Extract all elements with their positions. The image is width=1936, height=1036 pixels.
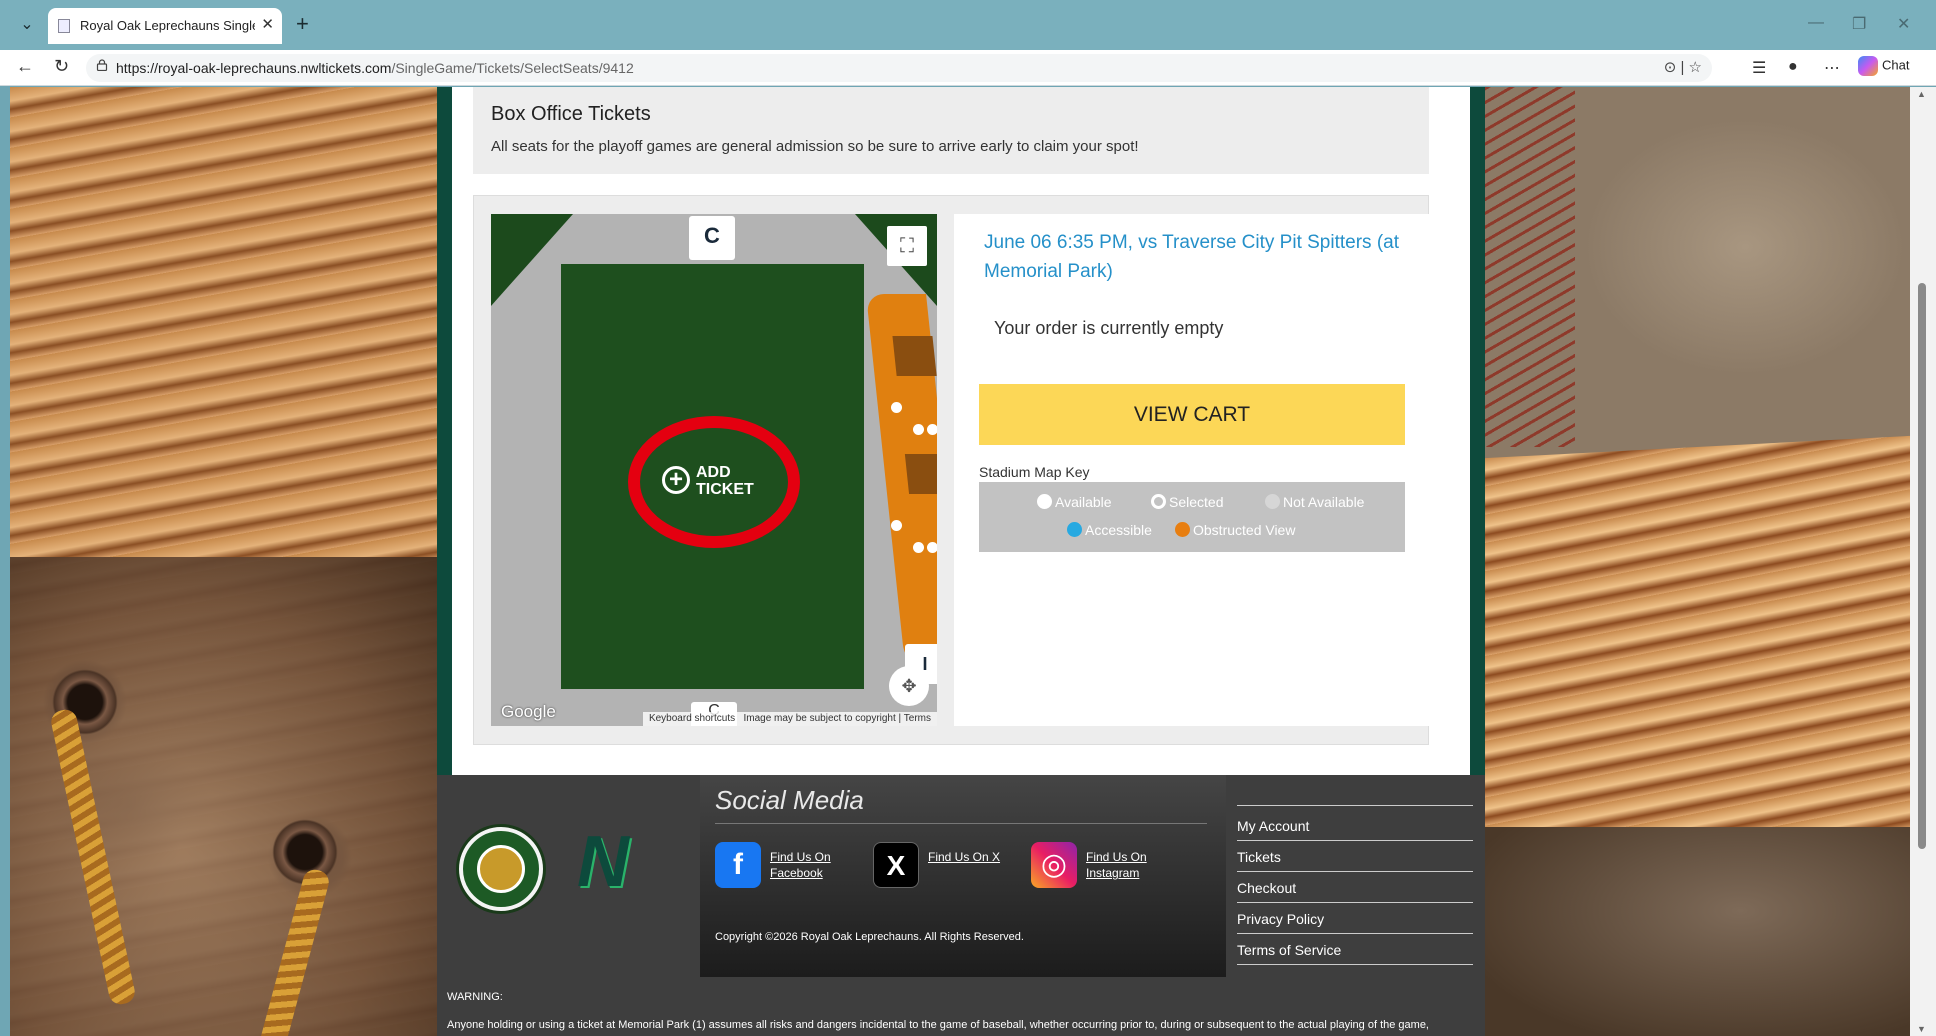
warning-heading: WARNING: [447, 991, 503, 1003]
tab-list-chevron-icon[interactable]: ⌄ [12, 10, 42, 40]
profile-avatar-icon[interactable]: ● [1788, 58, 1798, 76]
page-favicon-icon [58, 19, 70, 33]
footer-link-my-account[interactable]: My Account [1237, 818, 1473, 841]
refresh-icon[interactable]: ↻ [54, 56, 69, 77]
background-baseball-glove-left [10, 87, 437, 1036]
footer-link-checkout[interactable]: Checkout [1237, 880, 1473, 903]
favorites-list-icon[interactable]: ☰ [1752, 58, 1766, 78]
browser-tab-bar: ⌄ Royal Oak Leprechauns Single Gam ✕ + —… [0, 0, 1936, 50]
social-media-title: Social Media [715, 785, 864, 815]
new-tab-plus-icon[interactable]: + [296, 12, 309, 36]
obstructed-swatch-icon [1175, 522, 1190, 537]
not-available-swatch-icon [1265, 494, 1280, 509]
seat-dot[interactable] [891, 520, 902, 531]
map-copyright: Image may be subject to copyright [743, 713, 896, 724]
address-bar-actions: ⊙ | ☆ [1663, 59, 1702, 76]
copilot-chat-button[interactable]: Chat [1858, 56, 1909, 76]
view-cart-button[interactable]: VIEW CART [979, 384, 1405, 445]
key-available: Available [1037, 494, 1112, 510]
map-key-title: Stadium Map Key [979, 464, 1090, 480]
tracking-icon[interactable]: ⊙ [1664, 59, 1677, 76]
leprechauns-logo[interactable] [459, 827, 543, 911]
instagram-icon[interactable]: ◎ [1031, 842, 1077, 888]
google-logo: Google [501, 702, 556, 721]
site-footer: N Social Media f Find Us On Facebook X Fi… [437, 775, 1485, 1036]
footer-links: My Account Tickets Checkout Privacy Poli… [1237, 805, 1473, 973]
box-office-description: All seats for the playoff games are gene… [491, 138, 1139, 155]
instagram-link[interactable]: Find Us On Instagram [1086, 849, 1147, 881]
map-attribution: Keyboard shortcuts Image may be subject … [642, 712, 937, 726]
available-swatch-icon [1037, 494, 1052, 509]
restore-icon[interactable]: ❐ [1852, 14, 1866, 34]
obstructed-view-stand[interactable] [866, 294, 937, 674]
map-key: Available Selected Not Available Accessi… [979, 482, 1405, 552]
box-office-title: Box Office Tickets [491, 103, 651, 125]
favorite-star-icon[interactable]: ☆ [1689, 59, 1702, 76]
accessible-swatch-icon [1067, 522, 1082, 537]
footer-link-tickets[interactable]: Tickets [1237, 849, 1473, 872]
seat-dot[interactable] [927, 542, 937, 553]
seat-dot[interactable] [927, 424, 937, 435]
browser-toolbar: ← ↻ https://royal-oak-leprechauns.nwltic… [0, 50, 1936, 86]
page-viewport: Box Office Tickets All seats for the pla… [10, 87, 1910, 1036]
stadium-map[interactable]: C C I ⛶ ✥ + ADD TICKET Google Keyboard sh… [491, 214, 937, 726]
scroll-down-arrow-icon[interactable]: ▼ [1917, 1024, 1926, 1034]
map-terms-link[interactable]: Terms [904, 713, 931, 724]
facebook-link[interactable]: Find Us On Facebook [770, 849, 831, 881]
scroll-up-arrow-icon[interactable]: ▲ [1917, 89, 1926, 99]
social-media-section: Social Media f Find Us On Facebook X Find… [700, 775, 1226, 977]
background-baseball-glove-right [1485, 87, 1910, 1036]
scrollbar-thumb[interactable] [1918, 283, 1926, 849]
footer-link-privacy-policy[interactable]: Privacy Policy [1237, 911, 1473, 934]
content-area: Box Office Tickets All seats for the pla… [452, 87, 1470, 775]
footer-link-terms-of-service[interactable]: Terms of Service [1237, 942, 1473, 965]
key-obstructed-view: Obstructed View [1175, 522, 1295, 538]
seat-dot[interactable] [913, 424, 924, 435]
event-title: June 06 6:35 PM, vs Traverse City Pit Sp… [984, 232, 1399, 282]
page-scrollbar[interactable]: ▲ ▼ [1910, 87, 1936, 1036]
tab-close-icon[interactable]: ✕ [261, 15, 274, 33]
add-ticket-button[interactable]: + ADD TICKET [628, 416, 800, 548]
minimize-icon[interactable]: — [1808, 14, 1824, 32]
section-c-marker[interactable]: C [689, 216, 735, 260]
seat-dot[interactable] [913, 542, 924, 553]
copilot-icon [1858, 56, 1878, 76]
box-office-header: Box Office Tickets All seats for the pla… [473, 87, 1429, 174]
facebook-icon[interactable]: f [715, 842, 761, 888]
seat-selection-panel: C C I ⛶ ✥ + ADD TICKET Google Keyboard sh… [473, 195, 1430, 745]
seat-dot[interactable] [891, 402, 902, 413]
more-menu-icon[interactable]: ⋯ [1824, 58, 1840, 78]
northwoods-league-logo[interactable]: N [577, 826, 669, 898]
x-icon[interactable]: X [873, 842, 919, 888]
lock-icon [96, 59, 108, 71]
fullscreen-icon[interactable]: ⛶ [887, 226, 927, 266]
window-close-icon[interactable]: ✕ [1897, 14, 1910, 34]
browser-tab[interactable]: Royal Oak Leprechauns Single Gam ✕ [48, 8, 282, 44]
copyright-text: Copyright ©2026 Royal Oak Leprechauns. A… [715, 931, 1024, 943]
event-info-card: June 06 6:35 PM, vs Traverse City Pit Sp… [954, 214, 1430, 726]
address-bar[interactable]: https://royal-oak-leprechauns.nwltickets… [86, 54, 1712, 82]
warning-text: Anyone holding or using a ticket at Memo… [447, 1019, 1429, 1031]
back-arrow-icon[interactable]: ← [16, 56, 34, 77]
key-accessible: Accessible [1067, 522, 1152, 538]
add-circle-icon: + [662, 466, 690, 494]
tab-title: Royal Oak Leprechauns Single Gam [80, 18, 255, 33]
key-not-available: Not Available [1265, 494, 1364, 510]
url-text: https://royal-oak-leprechauns.nwltickets… [116, 60, 634, 76]
keyboard-shortcuts-link[interactable]: Keyboard shortcuts [649, 713, 735, 724]
order-status: Your order is currently empty [994, 318, 1224, 338]
main-column: Box Office Tickets All seats for the pla… [437, 87, 1485, 1036]
x-link[interactable]: Find Us On X [928, 849, 1000, 865]
key-selected: Selected [1151, 494, 1223, 510]
selected-swatch-icon [1151, 494, 1166, 509]
map-pan-control-icon[interactable]: ✥ [889, 666, 929, 706]
